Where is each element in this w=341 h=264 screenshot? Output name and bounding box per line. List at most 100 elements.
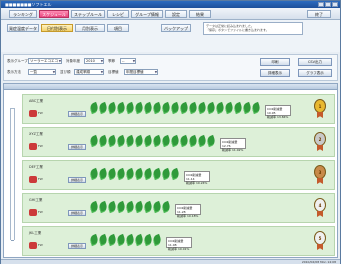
maximize-icon[interactable] (325, 2, 331, 7)
menu-tab[interactable]: スケジュール (39, 10, 69, 18)
row-detail-button[interactable]: 詳細表示 (68, 243, 86, 249)
sub-tab[interactable]: 日付別表示 (41, 24, 73, 32)
leaf-icon (169, 101, 181, 115)
stat-box: CO2削減量 11.08 削減率 10.01% (166, 237, 192, 251)
leaf-icon (160, 101, 172, 115)
sub-tab[interactable]: 項目 (107, 24, 129, 32)
season-label: 季節 (108, 59, 115, 63)
leaf-icon (124, 101, 136, 115)
leaf-icon (178, 134, 190, 148)
window-controls (318, 2, 338, 7)
leaf-rating (88, 101, 262, 115)
list-item[interactable]: XYZ工業 FW 詳細表示 CO2削減量 12.76 削減率 11.02% 2 (22, 127, 335, 157)
company-name: DEF工業 (29, 165, 43, 169)
list-item[interactable]: ABC工業 FW 詳細表示 CO2削減量 10.95 削減率 13.84% 1 (22, 94, 335, 124)
rank-medal-icon: 5 (314, 231, 326, 245)
leaf-icon (223, 101, 235, 115)
rank-medal-icon: 2 (314, 132, 326, 146)
target-label: 目標値 (108, 70, 119, 74)
leaf-icon (97, 167, 109, 181)
leaf-icon (160, 200, 172, 214)
leaf-icon (151, 200, 163, 214)
menu-tab[interactable]: 結果 (189, 10, 211, 18)
menu-tab[interactable]: グループ情報 (131, 10, 163, 18)
leaf-icon (196, 101, 208, 115)
company-name: XYZ工業 (29, 132, 43, 136)
leaf-icon (124, 134, 136, 148)
leaf-icon (250, 101, 262, 115)
factory-icon (29, 209, 37, 216)
leaf-icon (133, 101, 145, 115)
stat-box: CO2削減量 10.95 削減率 13.84% (265, 105, 291, 119)
leaf-icon (133, 233, 145, 247)
print-button[interactable]: 印刷 (260, 58, 290, 66)
factory-icon (29, 110, 37, 117)
leaf-icon (88, 200, 100, 214)
menu-tab[interactable]: レシピ (107, 10, 129, 18)
menu-bar: 終了 ランキング スケジュール ステップルール レシピ グループ情報 設定 結果 (1, 8, 340, 20)
stat-box: CO2削減量 11.14 削減率 10.24% (184, 171, 210, 185)
leaf-icon (115, 101, 127, 115)
close-icon[interactable] (332, 2, 338, 7)
minimize-icon[interactable] (318, 2, 324, 7)
leaf-rating (88, 233, 163, 247)
period-select[interactable]: 一覧 (28, 69, 56, 75)
target-select[interactable]: 年間目標値 (124, 69, 158, 75)
leaf-icon (88, 233, 100, 247)
menu-tab[interactable]: ステップルール (71, 10, 105, 18)
list-header (4, 84, 337, 90)
row-detail-button[interactable]: 詳細表示 (68, 111, 86, 117)
leaf-icon (133, 134, 145, 148)
status-bar: 2010/02/08 Mon 14:08 (1, 259, 340, 264)
stat-line: 削減率 11.02% (222, 148, 244, 152)
graph-view-button[interactable]: グラフ表示 (298, 69, 332, 77)
sort-select[interactable]: 達成率順 (74, 69, 104, 75)
leaf-icon (97, 101, 109, 115)
medal-ribbon-icon (317, 145, 323, 151)
leaf-icon (133, 167, 145, 181)
menu-tab[interactable]: 設定 (165, 10, 187, 18)
sub-tab[interactable]: 発症温度データ (7, 24, 39, 32)
leaf-icon (178, 101, 190, 115)
exit-button[interactable]: 終了 (307, 10, 331, 18)
medal-ribbon-icon (317, 244, 323, 250)
sub-tab[interactable]: 月別表示 (75, 24, 105, 32)
leaf-icon (142, 101, 154, 115)
stat-box: CO2削減量 12.76 削減率 11.02% (220, 138, 246, 152)
group-select[interactable]: ソーラーエコエコ (28, 58, 62, 64)
leaf-icon (115, 200, 127, 214)
leaf-icon (97, 233, 109, 247)
list-item[interactable]: JKL工業 FW 詳細表示 CO2削減量 11.08 削減率 10.01% 5 (22, 226, 335, 256)
sub-tab[interactable]: バックアップ (161, 24, 191, 32)
scroll-thumb[interactable] (11, 109, 14, 241)
leaf-rating (88, 200, 172, 214)
row-detail-button[interactable]: 詳細表示 (68, 210, 86, 216)
stat-line: 削減率 10.01% (168, 247, 190, 251)
list-item[interactable]: GHI工業 FW 詳細表示 CO2削減量 11.28 削減率 10.18% 4 (22, 193, 335, 223)
window-title: ■■■■■■■ソフトエル (5, 2, 52, 7)
stat-line: 削減率 13.84% (267, 115, 289, 119)
leaf-icon (124, 167, 136, 181)
row-detail-button[interactable]: 詳細表示 (68, 144, 86, 150)
leaf-icon (169, 134, 181, 148)
year-select[interactable]: 2010 (84, 58, 104, 64)
leaf-icon (115, 233, 127, 247)
rank-medal-icon: 4 (314, 198, 326, 212)
row-detail-button[interactable]: 詳細表示 (68, 177, 86, 183)
list-scrollbar[interactable] (10, 108, 15, 241)
leaf-icon (151, 167, 163, 181)
season-select[interactable]: -- (120, 58, 136, 64)
menu-tab[interactable]: ランキング (9, 10, 37, 18)
leaf-icon (142, 167, 154, 181)
stat-line: CO2削減量 12.76 (222, 140, 238, 148)
company-name: ABC工業 (29, 99, 44, 103)
leaf-icon (151, 233, 163, 247)
leaf-icon (88, 134, 100, 148)
leaf-icon (106, 233, 118, 247)
stat-line: 削減率 10.24% (186, 181, 208, 185)
stat-line: 削減率 10.18% (177, 214, 199, 218)
detail-view-button[interactable]: 詳細表示 (260, 69, 290, 77)
leaf-icon (169, 167, 181, 181)
list-item[interactable]: DEF工業 FW 詳細表示 CO2削減量 11.14 削減率 10.24% 3 (22, 160, 335, 190)
csv-export-button[interactable]: CSV出力 (298, 58, 332, 66)
